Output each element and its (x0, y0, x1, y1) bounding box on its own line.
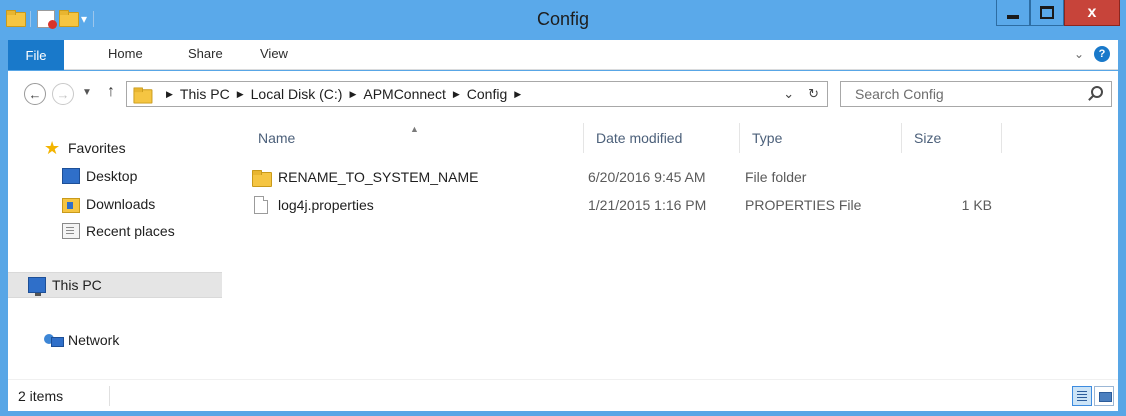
search-icon[interactable] (1091, 86, 1103, 98)
search-box[interactable] (840, 81, 1112, 107)
up-arrow-icon[interactable]: ↑ (107, 83, 115, 101)
type-cell: File folder (745, 169, 807, 185)
expand-ribbon-chevron-icon[interactable]: ⌄ (1074, 47, 1084, 61)
breadcrumb-separator-icon[interactable]: ▶ (166, 89, 173, 100)
sort-ascending-icon: ▲ (410, 124, 419, 134)
table-row[interactable]: log4j.properties 1/21/2015 1:16 PM PROPE… (228, 192, 1008, 218)
nav-item-recent-places[interactable]: Recent places (8, 218, 222, 244)
recent-places-icon (62, 223, 80, 239)
item-count: 2 items (18, 388, 64, 404)
file-icon (254, 196, 268, 214)
nav-item-label: Network (68, 332, 120, 348)
tab-share[interactable]: Share (188, 46, 223, 61)
tab-view[interactable]: View (260, 46, 288, 61)
back-button[interactable]: ← (24, 83, 46, 105)
desktop-icon (62, 168, 80, 184)
forward-button[interactable]: → (52, 83, 74, 105)
column-header-label: Size (914, 130, 942, 146)
date-modified-cell: 1/21/2015 1:16 PM (588, 197, 707, 213)
size-cell (932, 164, 992, 190)
close-button[interactable]: x (1064, 0, 1120, 26)
address-bar-controls: ⌄ ↻ (783, 86, 819, 102)
window-controls: x (996, 0, 1120, 26)
tab-file[interactable]: File (8, 40, 64, 70)
file-name: RENAME_TO_SYSTEM_NAME (278, 169, 479, 185)
maximize-button[interactable] (1030, 0, 1064, 26)
explorer-window: ▾ Config x File Home Share View ⌄ ? ← → … (0, 0, 1126, 416)
navigation-bar: ← → ▼ ↑ ▶ This PC ▶ Local Disk (C:) ▶ AP… (8, 71, 1118, 115)
ribbon-tabs: File Home Share View ⌄ ? (8, 40, 1118, 70)
details-view-icon[interactable] (1072, 386, 1092, 406)
breadcrumb-separator-icon[interactable]: ▶ (349, 89, 356, 100)
this-pc-icon (28, 277, 46, 296)
nav-item-label: Recent places (86, 223, 175, 239)
breadcrumb-separator-icon[interactable]: ▶ (514, 89, 521, 100)
address-history-chevron-icon[interactable]: ⌄ (783, 86, 794, 102)
breadcrumb-config[interactable]: Config (467, 86, 507, 102)
nav-item-downloads[interactable]: Downloads (8, 191, 222, 217)
title-bar: ▾ Config x (0, 0, 1126, 40)
breadcrumb-separator-icon[interactable]: ▶ (237, 89, 244, 100)
nav-item-network[interactable]: Network (8, 327, 222, 353)
file-list: ▲ Name Date modified Type Size RENAME_TO… (228, 115, 1118, 379)
file-name-cell: log4j.properties (254, 192, 374, 218)
folder-icon (133, 86, 153, 104)
type-cell: PROPERTIES File (745, 197, 862, 213)
nav-item-desktop[interactable]: Desktop (8, 163, 222, 189)
column-header-label: Type (752, 130, 783, 146)
help-icon[interactable]: ? (1094, 46, 1110, 62)
large-icons-view-icon[interactable] (1094, 386, 1114, 406)
breadcrumb-local-disk[interactable]: Local Disk (C:) (251, 86, 343, 102)
column-header-date-modified[interactable]: Date modified (584, 123, 740, 153)
file-name-cell: RENAME_TO_SYSTEM_NAME (252, 164, 478, 190)
search-input[interactable] (841, 82, 1071, 106)
ribbon-right-controls: ⌄ ? (1074, 46, 1110, 62)
column-header-size[interactable]: Size (902, 123, 1002, 153)
status-divider (109, 386, 110, 406)
breadcrumb: ▶ This PC ▶ Local Disk (C:) ▶ APMConnect… (159, 86, 528, 102)
navigation-pane: ★ Favorites Desktop Downloads Recent pla… (8, 115, 222, 379)
nav-item-label: Desktop (86, 168, 138, 184)
file-name: log4j.properties (278, 197, 374, 213)
column-header-name[interactable]: ▲ Name (246, 123, 584, 153)
tab-home[interactable]: Home (108, 46, 143, 61)
recent-locations-chevron-icon[interactable]: ▼ (82, 87, 92, 98)
nav-item-label: Downloads (86, 196, 156, 212)
date-modified-cell: 6/20/2016 9:45 AM (588, 169, 706, 185)
network-icon (44, 332, 64, 348)
downloads-icon (62, 196, 80, 213)
breadcrumb-separator-icon[interactable]: ▶ (453, 89, 460, 100)
star-icon: ★ (44, 138, 61, 158)
size-cell: 1 KB (961, 197, 992, 213)
view-toggle (1072, 386, 1114, 406)
nav-item-this-pc[interactable]: This PC (8, 272, 222, 298)
column-header-label: Date modified (596, 130, 683, 146)
address-bar[interactable]: ▶ This PC ▶ Local Disk (C:) ▶ APMConnect… (126, 81, 828, 107)
breadcrumb-apmconnect[interactable]: APMConnect (363, 86, 445, 102)
table-row[interactable]: RENAME_TO_SYSTEM_NAME 6/20/2016 9:45 AM … (228, 164, 1008, 190)
nav-item-label: Favorites (68, 140, 126, 156)
status-bar: 2 items (8, 379, 1118, 411)
content-area: ★ Favorites Desktop Downloads Recent pla… (8, 115, 1118, 379)
breadcrumb-this-pc[interactable]: This PC (180, 86, 230, 102)
folder-icon (252, 169, 272, 187)
column-header-type[interactable]: Type (740, 123, 902, 153)
refresh-icon[interactable]: ↻ (808, 86, 819, 102)
nav-item-label: This PC (52, 277, 102, 293)
window-title: Config (536, 9, 590, 29)
nav-item-favorites[interactable]: ★ Favorites (8, 135, 222, 161)
minimize-button[interactable] (996, 0, 1030, 26)
